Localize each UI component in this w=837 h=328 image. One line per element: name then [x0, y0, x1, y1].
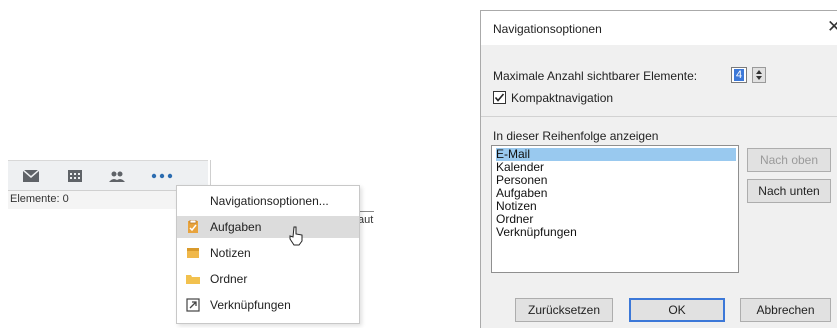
list-item[interactable]: Verknüpfungen [496, 226, 736, 239]
notes-icon [186, 246, 200, 260]
menu-item-label: Aufgaben [210, 220, 262, 234]
separator [481, 116, 837, 117]
people-icon[interactable] [108, 167, 126, 185]
menu-item-navigationsoptionen[interactable]: Navigationsoptionen... [177, 190, 359, 212]
menu-item-verknuepfungen[interactable]: Verknüpfungen [177, 294, 359, 316]
compact-navigation-label: Kompaktnavigation [511, 91, 614, 105]
mouse-cursor-icon [288, 226, 306, 249]
calendar-icon[interactable] [66, 167, 84, 185]
menu-item-notizen[interactable]: Notizen [177, 242, 359, 264]
tasks-icon [186, 219, 200, 234]
move-up-button[interactable]: Nach oben [747, 148, 831, 172]
max-items-label: Maximale Anzahl sichtbarer Elemente: [493, 69, 698, 83]
shortcuts-icon [186, 298, 200, 312]
menu-item-label: Ordner [210, 272, 248, 286]
cancel-button[interactable]: Abbrechen [740, 298, 831, 322]
menu-item-label: Verknüpfungen [210, 298, 291, 312]
dialog-title: Navigationsoptionen [493, 22, 602, 36]
compact-navigation-checkbox[interactable] [493, 91, 506, 104]
menu-item-label: Navigationsoptionen... [210, 194, 329, 208]
ok-button[interactable]: OK [629, 298, 725, 322]
truncated-text: aut [358, 211, 374, 230]
folder-icon [186, 272, 200, 286]
menu-item-label: Notizen [210, 246, 251, 260]
menu-item-ordner[interactable]: Ordner [177, 268, 359, 290]
order-listbox[interactable]: E-Mail Kalender Personen Aufgaben Notize… [491, 145, 739, 273]
navigation-options-dialog: Navigationsoptionen ✕ Maximale Anzahl si… [480, 10, 837, 328]
reset-button[interactable]: Zurücksetzen [515, 298, 613, 322]
move-down-button[interactable]: Nach unten [747, 179, 831, 203]
menu-item-aufgaben[interactable]: Aufgaben [177, 216, 359, 238]
truncated-label: aut [358, 214, 374, 226]
close-icon[interactable]: ✕ [827, 17, 837, 37]
stepper-arrows-icon [756, 70, 762, 80]
item-count: Elemente: 0 [10, 193, 69, 205]
navigation-context-menu: Navigationsoptionen... Aufgaben Notizen … [176, 185, 360, 324]
more-icon[interactable] [150, 167, 174, 185]
mail-icon[interactable] [22, 167, 40, 185]
order-label: In dieser Reihenfolge anzeigen [493, 129, 659, 143]
max-items-value: 4 [734, 69, 744, 81]
dialog-titlebar: Navigationsoptionen ✕ [481, 11, 837, 45]
max-items-input[interactable]: 4 [731, 67, 747, 83]
max-items-stepper[interactable] [752, 67, 766, 83]
checkmark-icon [494, 93, 505, 102]
